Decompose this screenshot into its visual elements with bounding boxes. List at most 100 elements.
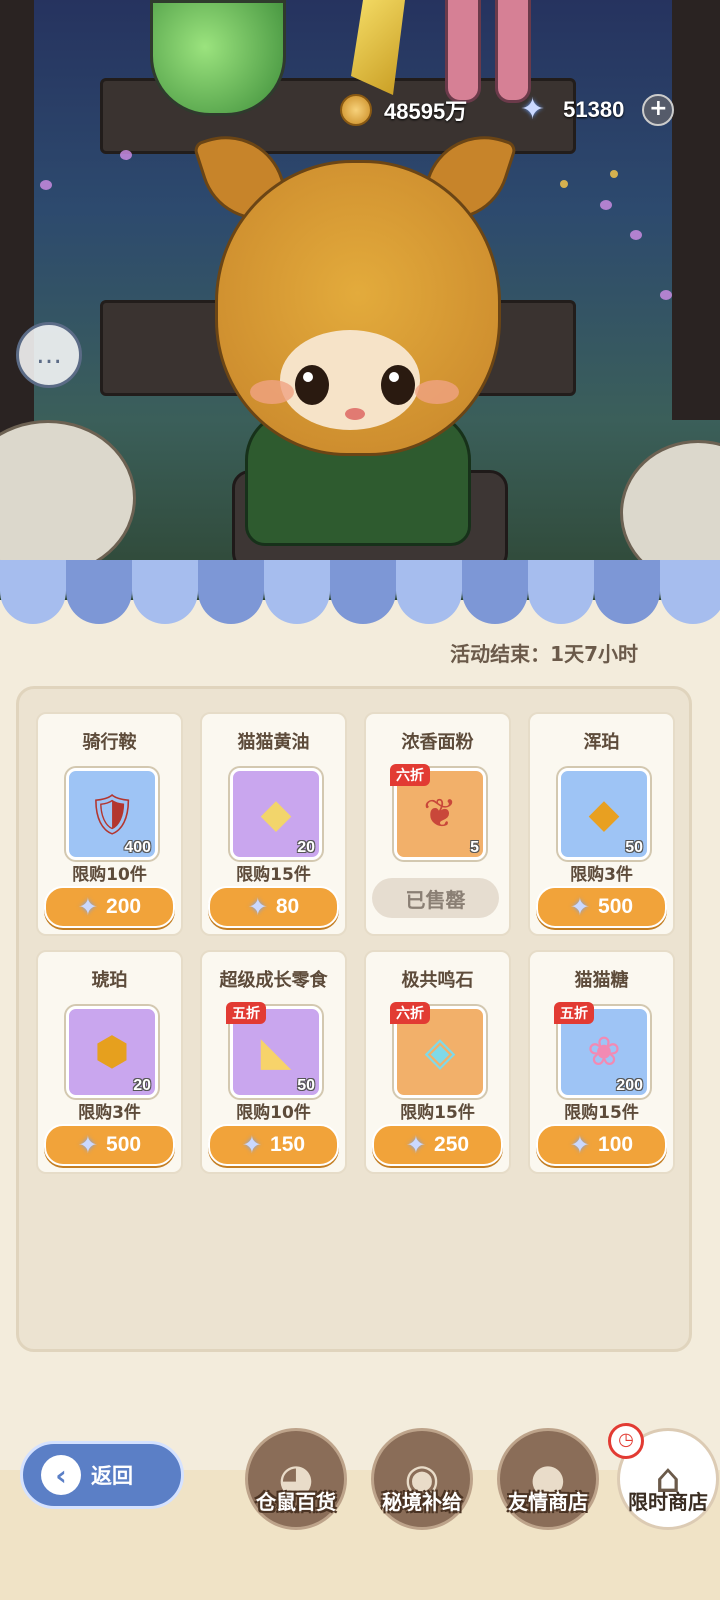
purchase-limit: 限购15件 [236,865,311,885]
price: 500 [598,895,634,918]
green-potion-bottle [150,0,286,116]
back-button[interactable]: ‹ 返回 [20,1441,184,1509]
shop-item-card[interactable]: 极共鸣石 六折 ◈ 限购15件 ✦ 250 [364,950,511,1174]
purchase-limit: 限购10件 [236,1103,311,1123]
shop-item-card[interactable]: 浑珀 ◆ 50 限购3件 ✦ 500 [528,712,675,936]
item-name: 猫猫黄油 [237,732,310,753]
cat-creature [0,420,136,576]
shop-awning [0,560,720,590]
event-timer: 活动结束：1天7小时 [450,642,638,666]
flower [610,170,618,178]
awning-scallops [0,590,720,626]
coin-amount: 48595万 [384,99,468,124]
flower [40,180,52,190]
item-quantity: 50 [625,839,643,856]
hamster-nose [345,408,365,420]
purchase-limit: 限购10件 [72,865,147,885]
price: 200 [106,895,142,918]
discount-badge: 五折 [226,1002,266,1024]
flower [560,180,568,188]
item-name: 超级成长零食 [219,970,328,991]
shop-item-card[interactable]: 琥珀 ⬢ 20 限购3件 ✦ 500 [36,950,183,1174]
discount-badge: 五折 [554,1002,594,1024]
add-currency-button[interactable]: + [642,94,675,126]
buy-button[interactable]: ✦ 200 [44,886,175,928]
coin-icon [340,94,372,126]
item-name: 浑珀 [583,732,620,753]
nav-hamster-store[interactable]: ◕ 仓鼠百货 [244,1428,348,1538]
discount-badge: 六折 [390,1002,430,1024]
item-name: 浓香面粉 [401,732,474,753]
star-crystal-icon: ✦ [77,1131,99,1159]
nav-label: 秘境补给 [382,1490,462,1514]
shop-item-card[interactable]: 浓香面粉 六折 ❦ 5 已售罄 [364,712,511,936]
chat-button[interactable]: … [16,322,82,388]
buy-button[interactable]: ✦ 500 [44,1124,175,1166]
star-crystal-icon: ✦ [77,893,99,921]
item-name: 极共鸣石 [401,970,474,991]
star-crystal-icon: ✦ [569,893,591,921]
nav-label: 仓鼠百货 [256,1490,336,1514]
buy-button[interactable]: ✦ 500 [536,886,667,928]
shop-item-card[interactable]: 骑行鞍 🛡 400 限购10件 ✦ 200 [36,712,183,936]
price: 500 [106,1133,142,1156]
back-arrow-icon: ‹ [41,1455,81,1495]
flower [630,230,642,240]
item-quantity: 5 [470,839,479,856]
nav-label: 友情商店 [508,1490,588,1514]
item-quantity: 200 [616,1077,643,1094]
discount-badge: 六折 [390,764,430,786]
chat-bubble-icon: … [36,340,62,370]
shop-item-card[interactable]: 猫猫黄油 ◆ 20 限购15件 ✦ 80 [200,712,347,936]
hamster-eye [295,365,329,405]
coin-balance: 48595万 [340,93,467,127]
shop-item-card[interactable]: 超级成长零食 五折 ◣ 50 限购10件 ✦ 150 [200,950,347,1174]
item-name: 骑行鞍 [82,732,137,753]
purchase-limit: 限购3件 [78,1103,141,1123]
star-crystal-icon: ✦ [520,92,546,127]
item-quantity: 50 [297,1077,315,1094]
hamster-cheek [250,380,294,404]
buy-button[interactable]: ✦ 250 [372,1124,503,1166]
star-crystal-icon: ✦ [241,1131,263,1159]
nav-friendship-shop[interactable]: ● 友情商店 [496,1428,600,1538]
item-quantity: 20 [297,839,315,856]
game-scene: 48595万 ✦ 51380 + … [0,0,720,600]
buy-button[interactable]: ✦ 80 [208,886,339,928]
price: 250 [434,1133,470,1156]
star-crystal-icon: ✦ [247,893,268,921]
buy-button[interactable]: ✦ 100 [536,1124,667,1166]
alarm-clock-icon: ◷ [608,1423,644,1459]
item-icon-frame[interactable]: ◆ 20 [230,768,322,860]
item-icon-frame[interactable]: 🛡 400 [66,768,158,860]
purchase-limit: 限购15件 [400,1103,475,1123]
item-name: 琥珀 [91,970,128,991]
hamster-merchant [192,120,518,546]
item-quantity: 20 [133,1077,151,1094]
star-amount: 51380 [563,97,625,122]
item-quantity: 400 [124,839,151,856]
tree-trunk [672,0,720,420]
shop-item-card[interactable]: 猫猫糖 五折 ❀ 200 限购15件 ✦ 100 [528,950,675,1174]
flower [600,200,612,210]
back-label: 返回 [91,1464,133,1488]
item-icon-frame[interactable]: ⬢ 20 [66,1006,158,1098]
test-tube [495,0,531,103]
flower [120,150,132,160]
hamster-eye [381,365,415,405]
purchase-limit: 限购15件 [564,1103,639,1123]
flower [660,290,672,300]
price: 150 [270,1133,306,1156]
item-name: 猫猫糖 [574,970,629,991]
buy-button[interactable]: ✦ 150 [208,1124,339,1166]
purchase-limit: 限购3件 [570,865,633,885]
sold-out-button: 已售罄 [372,878,499,918]
test-tube [445,0,481,103]
star-crystal-icon: ✦ [405,1131,427,1159]
nav-secret-supply[interactable]: ◉ 秘境补给 [370,1428,474,1538]
star-crystal-icon: ✦ [569,1131,591,1159]
hamster-cheek [415,380,459,404]
star-balance: ✦ 51380 + [520,92,675,127]
price: 100 [598,1133,634,1156]
item-icon-frame[interactable]: ◆ 50 [558,768,650,860]
